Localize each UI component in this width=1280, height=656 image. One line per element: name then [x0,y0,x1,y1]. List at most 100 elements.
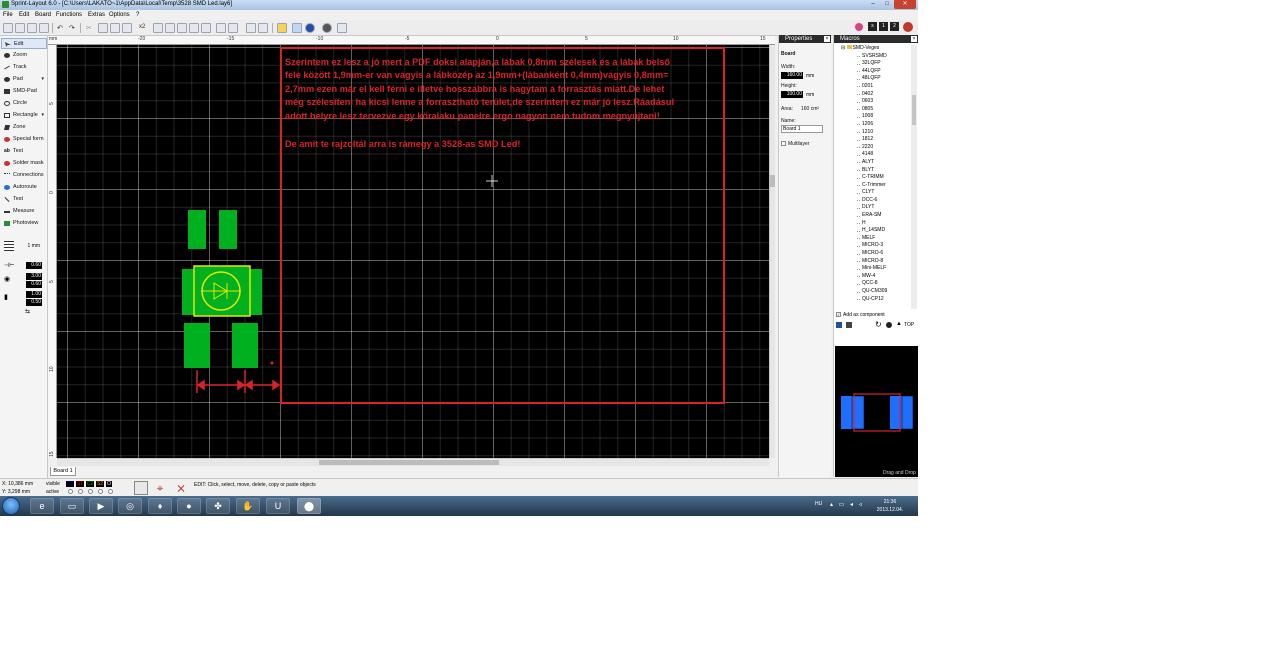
mirror-horizontal-icon[interactable] [216,23,226,33]
close-icon[interactable]: × [911,36,917,42]
macro-item[interactable]: MICRO-8 [835,258,911,266]
macro-item[interactable]: DLYT [835,204,911,212]
close-icon[interactable]: × [824,36,830,42]
smd-height-value[interactable]: 0.50 [26,299,42,306]
tool-test[interactable]: Test [1,194,47,205]
smd-width-value[interactable]: 1.00 [26,291,42,298]
layer-radio[interactable] [68,489,73,494]
track-width-value[interactable]: 0.60 [26,262,42,269]
active-layer-radios[interactable] [66,489,122,495]
macro-item[interactable]: 2220 [835,144,911,152]
clock-time[interactable]: 21:36 [876,499,904,505]
connections-icon[interactable] [292,23,302,33]
macro-item[interactable]: BLYT [835,167,911,175]
swap-icon[interactable]: ⇆ [25,308,30,315]
tool-connections[interactable]: Connections [1,170,47,181]
macro-item[interactable]: Mini-MELF [835,265,911,273]
smd-pad[interactable] [219,210,237,249]
align-right-icon[interactable] [177,23,187,33]
macro-scrollbar[interactable] [911,45,917,309]
app-u-icon[interactable]: U [266,498,290,514]
macro-item[interactable]: C-Trimmer [835,182,911,190]
print-icon[interactable] [39,23,49,33]
duplicate-icon[interactable] [153,23,163,33]
menu-board[interactable]: Board [35,12,51,18]
menu-help[interactable]: ? [136,12,139,18]
smd-pad[interactable] [188,210,206,249]
layer-chip[interactable]: C1 [66,481,75,487]
layer-radio[interactable] [98,489,103,494]
macro-item[interactable]: MELF [835,235,911,243]
macro-tree[interactable]: ⊟ SMD-Veges SVSRSMD 32LQFP 44LQFP 48LQFP 020… [835,45,911,309]
clock-date[interactable]: 2013.12.04. [876,507,904,513]
tool-circle[interactable]: Circle [1,98,47,109]
pad-inner-value[interactable]: 0.60 [26,281,42,288]
tool-pad[interactable]: Pad ▾ [1,74,47,85]
component-side-icon[interactable]: ▲ [896,321,902,327]
new-file-icon[interactable] [3,23,13,33]
vertical-scrollbar[interactable] [769,45,775,458]
layer-chip[interactable]: O [106,481,112,487]
macro-folder[interactable]: ⊟ SMD-Veges [835,45,911,53]
language-indicator[interactable]: HU [815,501,822,507]
save-macro-icon[interactable] [836,322,842,328]
macro-item[interactable]: 48LQFP [835,75,911,83]
macro-item[interactable]: QCC-8 [835,280,911,288]
scroll-thumb[interactable] [319,460,499,465]
app-hand-icon[interactable]: ✋ [236,498,260,514]
layer-radio[interactable] [78,489,83,494]
scroll-thumb[interactable] [770,175,775,187]
layer-badge-1[interactable]: 1 [879,22,888,31]
smd-pad[interactable] [184,323,210,368]
macro-item[interactable]: QU-CM309 [835,288,911,296]
board-canvas[interactable]: Szerintem ez lesz a jó mert a PDF doksi … [57,45,769,458]
zoom-magnifier-icon[interactable] [277,23,287,33]
tool-special-form[interactable]: Special form [1,134,47,145]
tool-solder-mask[interactable]: Solder mask [1,158,47,169]
mirror-vertical-icon[interactable] [228,23,238,33]
align-bottom-icon[interactable] [201,23,211,33]
app-red-icon[interactable]: ♦ [148,498,172,514]
macro-item[interactable]: H_14SMD [835,227,911,235]
maximize-button[interactable]: □ [880,0,894,9]
layer-chip[interactable]: S2 [96,481,105,487]
layer-dot-icon[interactable] [886,322,892,328]
rotate-icon[interactable]: ↻ [875,320,882,329]
app-green-icon[interactable]: ✤ [206,498,230,514]
macro-color-icon[interactable] [855,23,863,31]
horizontal-scrollbar[interactable] [57,458,769,466]
macro-item[interactable]: ERA-SM [835,212,911,220]
layer-badge-s[interactable]: s [868,22,877,31]
crosshair-toggle-icon[interactable]: ⌖ [152,480,168,496]
menu-edit[interactable]: Edit [19,12,29,18]
cut-icon[interactable]: ✂ [86,24,92,32]
macro-item[interactable]: 1008 [835,113,911,121]
macro-item[interactable]: 0402 [835,91,911,99]
macro-item[interactable]: SVSRSMD [835,53,911,61]
rubberband-icon[interactable]: ⨯ [173,480,189,496]
firefox-icon[interactable]: ● [177,498,201,514]
media-player-icon[interactable]: ▶ [89,498,113,514]
align-left-icon[interactable] [165,23,175,33]
tool-zone[interactable]: Zone [1,122,47,133]
macro-preview[interactable]: Drag and Drop [835,346,918,477]
macro-item[interactable]: MICRO-3 [835,242,911,250]
tool-rectangle[interactable]: Rectangle ▾ [1,110,47,121]
file-explorer-icon[interactable]: ▭ [60,498,84,514]
tool-photoview[interactable]: Photoview [1,218,47,229]
align-top-icon[interactable] [189,23,199,33]
smd-pad[interactable] [232,323,258,368]
layer-badge-2[interactable]: 2 [890,22,899,31]
name-input[interactable]: Board 1 [781,125,823,133]
tab-board-1[interactable]: Board 1 [50,467,76,476]
height-input[interactable]: 100.00 [781,91,803,98]
snap-grid-icon[interactable] [134,481,148,495]
macro-item[interactable]: 0603 [835,98,911,106]
macro-item[interactable]: DCC-6 [835,197,911,205]
macro-item[interactable]: C-TRIMM [835,174,911,182]
minimize-button[interactable]: – [866,0,880,9]
menu-functions[interactable]: Functions [56,12,82,18]
scroll-thumb[interactable] [912,95,916,125]
board-drawing[interactable]: Szerintem ez lesz a jó mert a PDF doksi … [57,45,769,458]
drc-icon[interactable] [337,23,347,33]
